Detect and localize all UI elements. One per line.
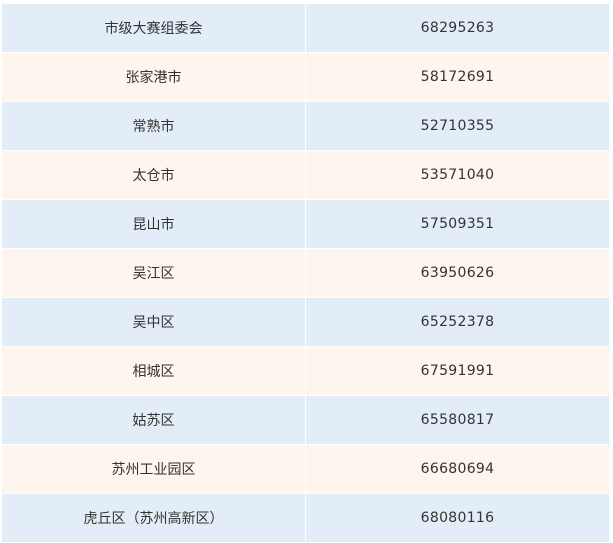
- region-name-cell: 市级大赛组委会: [2, 4, 306, 53]
- phone-number-cell: 57509351: [305, 199, 609, 249]
- region-name-cell: 虎丘区（苏州高新区）: [2, 493, 306, 543]
- table-row: 张家港市 58172691: [2, 52, 609, 102]
- region-name-cell: 张家港市: [2, 52, 306, 102]
- table-row: 昆山市 57509351: [2, 199, 609, 249]
- region-name-cell: 太仓市: [2, 150, 306, 200]
- table-row: 苏州工业园区 66680694: [2, 444, 609, 494]
- phone-number-cell: 65252378: [305, 297, 609, 347]
- contact-table-body: 市级大赛组委会 68295263 张家港市 58172691 常熟市 52710…: [2, 4, 609, 543]
- phone-number-cell: 68295263: [305, 4, 609, 53]
- phone-number-cell: 63950626: [305, 248, 609, 298]
- table-row: 吴江区 63950626: [2, 248, 609, 298]
- phone-number-cell: 66680694: [305, 444, 609, 494]
- table-row: 吴中区 65252378: [2, 297, 609, 347]
- region-name-cell: 相城区: [2, 346, 306, 396]
- contact-table: 市级大赛组委会 68295263 张家港市 58172691 常熟市 52710…: [2, 4, 609, 543]
- table-row: 太仓市 53571040: [2, 150, 609, 200]
- region-name-cell: 吴江区: [2, 248, 306, 298]
- region-name-cell: 吴中区: [2, 297, 306, 347]
- phone-number-cell: 67591991: [305, 346, 609, 396]
- region-name-cell: 常熟市: [2, 101, 306, 151]
- phone-number-cell: 65580817: [305, 395, 609, 445]
- table-row: 常熟市 52710355: [2, 101, 609, 151]
- phone-number-cell: 68080116: [305, 493, 609, 543]
- phone-number-cell: 58172691: [305, 52, 609, 102]
- table-row: 姑苏区 65580817: [2, 395, 609, 445]
- phone-number-cell: 53571040: [305, 150, 609, 200]
- region-name-cell: 苏州工业园区: [2, 444, 306, 494]
- region-name-cell: 姑苏区: [2, 395, 306, 445]
- region-name-cell: 昆山市: [2, 199, 306, 249]
- table-row: 相城区 67591991: [2, 346, 609, 396]
- table-row: 虎丘区（苏州高新区） 68080116: [2, 493, 609, 543]
- phone-number-cell: 52710355: [305, 101, 609, 151]
- table-row: 市级大赛组委会 68295263: [2, 4, 609, 53]
